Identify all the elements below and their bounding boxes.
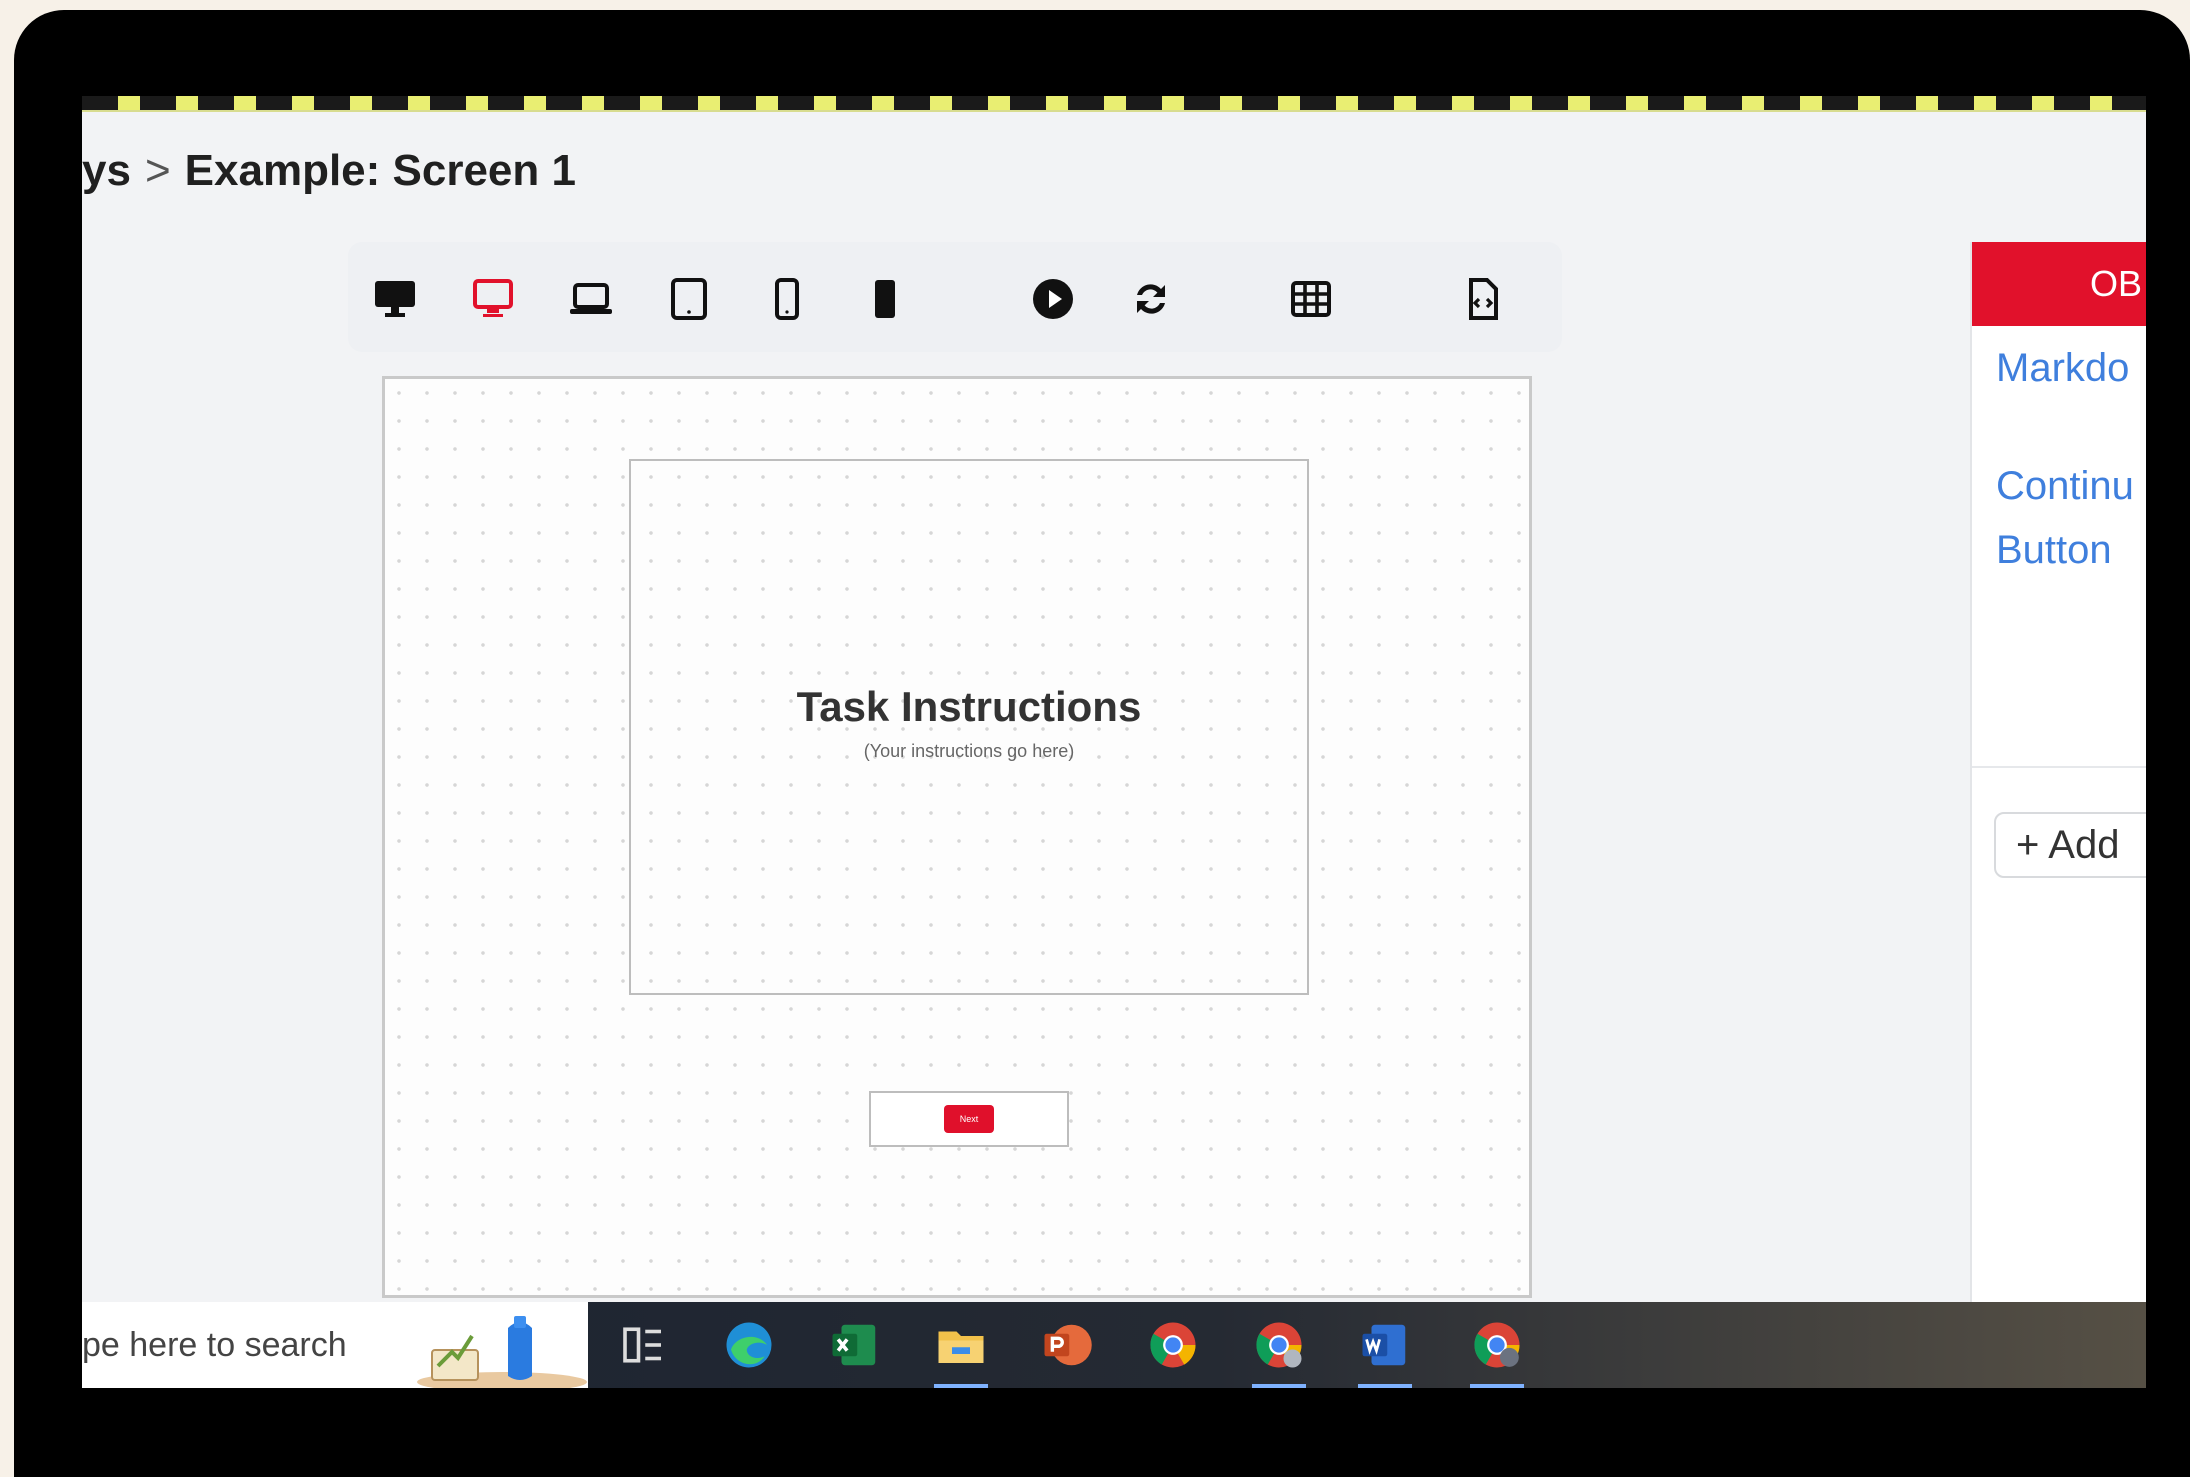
panel-link-button[interactable]: Button <box>1996 528 2112 573</box>
edge-icon[interactable] <box>722 1318 776 1372</box>
play-icon[interactable] <box>1028 274 1078 324</box>
panel-divider <box>1972 766 2146 768</box>
excel-icon[interactable] <box>828 1318 882 1372</box>
powerpoint-icon[interactable] <box>1040 1318 1094 1372</box>
windows-taskbar: pe here to search <box>82 1302 2146 1388</box>
desktop-small-icon[interactable] <box>468 274 518 324</box>
instructions-subtitle: (Your instructions go here) <box>863 740 1075 761</box>
device-toolbar <box>348 242 1562 352</box>
design-canvas[interactable]: Task Instructions (Your instructions go … <box>382 376 1532 1298</box>
chrome-active-icon[interactable] <box>1470 1318 1524 1388</box>
desktop-icon[interactable] <box>370 274 420 324</box>
phone-icon[interactable] <box>762 274 812 324</box>
next-button[interactable]: Next <box>944 1105 994 1133</box>
phone-dark-icon[interactable] <box>860 274 910 324</box>
instructions-title: Task Instructions <box>796 682 1142 730</box>
tablet-icon[interactable] <box>664 274 714 324</box>
task-view-icon[interactable] <box>616 1318 670 1372</box>
refresh-icon[interactable] <box>1126 274 1176 324</box>
breadcrumb: ys > Example: Screen 1 <box>82 146 576 196</box>
next-button-block[interactable]: Next <box>869 1091 1069 1147</box>
right-panel: OB Markdo Continu Button + Add <box>1970 242 2146 1388</box>
laptop-icon[interactable] <box>566 274 616 324</box>
instructions-block[interactable]: Task Instructions (Your instructions go … <box>629 459 1309 995</box>
file-explorer-icon[interactable] <box>934 1318 988 1388</box>
code-file-icon[interactable] <box>1458 274 1508 324</box>
taskbar-search-placeholder: pe here to search <box>82 1325 347 1364</box>
screen: ys > Example: Screen 1 Task Instructions… <box>82 96 2146 1388</box>
chrome-profile-icon[interactable] <box>1252 1318 1306 1388</box>
breadcrumb-separator: > <box>144 146 171 195</box>
panel-header[interactable]: OB <box>1972 242 2146 326</box>
search-highlight-icon <box>417 1316 587 1388</box>
panel-link-markdown[interactable]: Markdo <box>1996 346 2129 391</box>
add-button[interactable]: + Add <box>1994 812 2146 878</box>
panel-link-continue[interactable]: Continu <box>1996 464 2134 509</box>
breadcrumb-current: Example: Screen 1 <box>184 146 576 195</box>
caution-strip <box>82 96 2146 112</box>
word-icon[interactable] <box>1358 1318 1412 1388</box>
grid-icon[interactable] <box>1286 274 1336 324</box>
chrome-icon[interactable] <box>1146 1318 1200 1372</box>
breadcrumb-parent[interactable]: ys <box>82 146 131 195</box>
